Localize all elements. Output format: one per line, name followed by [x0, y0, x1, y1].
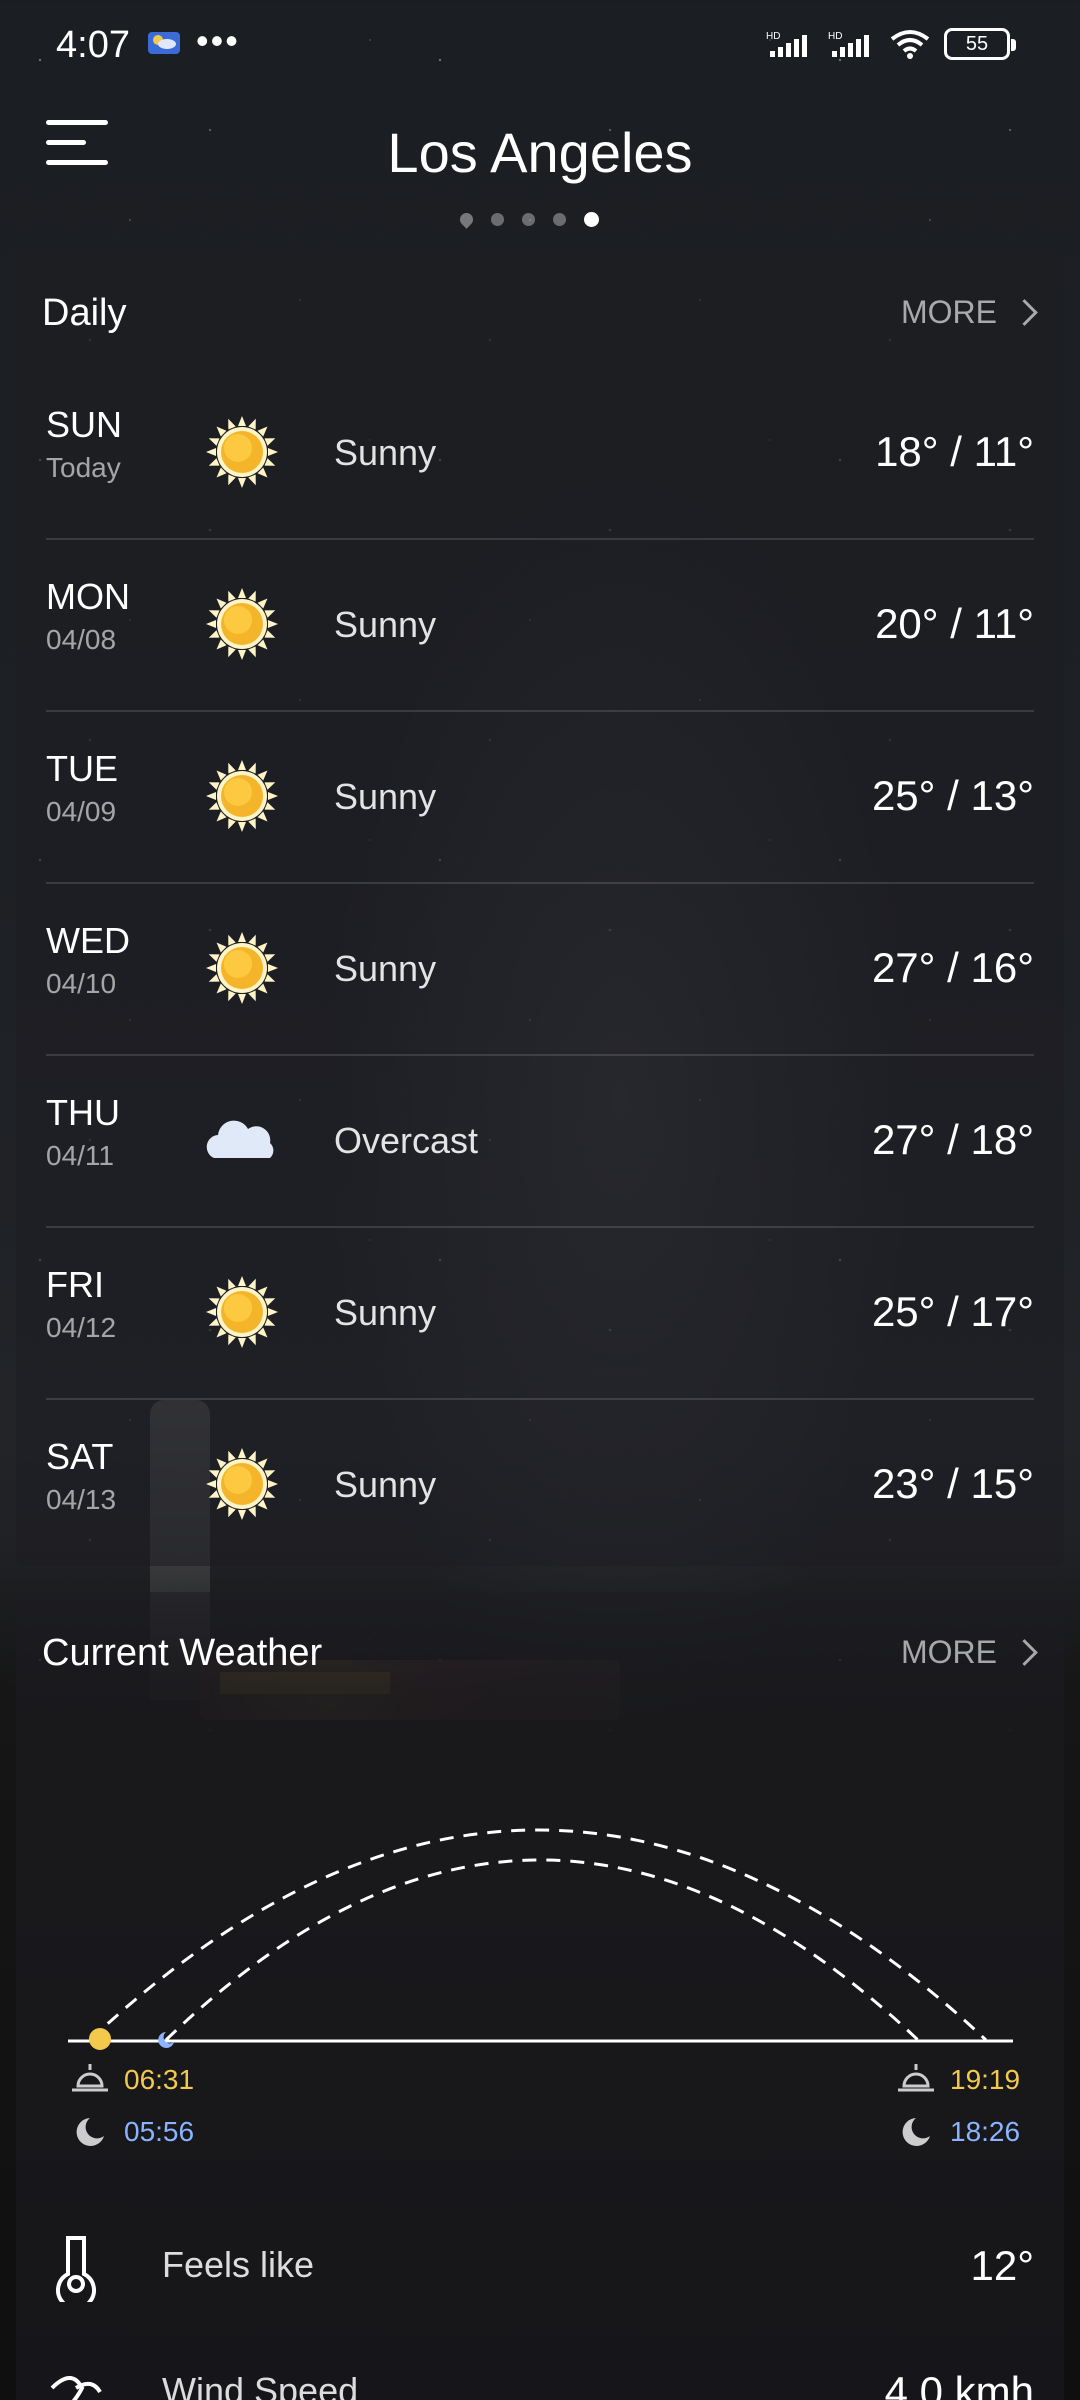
page-indicator[interactable]	[457, 210, 599, 229]
wind-speed-label: Wind Speed	[162, 2370, 359, 2400]
day-name: MON	[46, 576, 130, 617]
daily-more-button[interactable]: MORE	[901, 294, 1038, 331]
chevron-right-icon	[1011, 299, 1038, 326]
page-dot-active[interactable]	[584, 212, 599, 227]
sun-marker-icon	[89, 2028, 111, 2050]
chevron-right-icon	[1011, 1639, 1038, 1666]
sun-arc	[88, 1828, 988, 2042]
current-more-button[interactable]: MORE	[901, 1634, 1038, 1671]
wind-speed-row[interactable]: Wind Speed 4.0 kmh	[46, 2340, 1034, 2400]
day-name: SUN	[46, 404, 123, 445]
day-condition: Sunny	[334, 1292, 437, 1333]
moon-icon	[902, 2118, 930, 2146]
moon-icon	[76, 2118, 104, 2146]
daily-forecast-row[interactable]: MON 04/08 Sunny 20° / 11°	[46, 540, 1034, 712]
day-condition: Sunny	[334, 1464, 437, 1505]
location-dot-icon[interactable]	[457, 210, 476, 229]
status-bar: 4:07 ••• HD HD 55	[0, 0, 1080, 96]
daily-forecast-row[interactable]: SAT 04/13 Sunny 23° / 15°	[46, 1400, 1034, 1570]
sun-icon	[206, 932, 278, 1004]
sunrise-time: 06:31	[70, 2062, 194, 2098]
sun-icon	[206, 760, 278, 832]
daily-forecast-row[interactable]: THU 04/11 Overcast 27° / 18°	[46, 1056, 1034, 1228]
day-condition: Overcast	[334, 1120, 479, 1161]
svg-text:HD: HD	[766, 31, 780, 42]
page-dot[interactable]	[522, 213, 535, 226]
day-name: SAT	[46, 1436, 114, 1477]
cell-signal-2-icon: HD	[828, 31, 869, 57]
status-indicators: HD HD 55	[766, 28, 1016, 60]
day-date: 04/12	[46, 1312, 117, 1343]
day-condition: Sunny	[334, 432, 437, 473]
day-name: THU	[46, 1092, 120, 1133]
day-date: Today	[46, 452, 121, 483]
day-date: 04/13	[46, 1484, 117, 1515]
sunset-time: 19:19	[896, 2062, 1020, 2098]
feels-like-value: 12°	[970, 2242, 1034, 2289]
wind-icon	[50, 2376, 102, 2400]
sunset-value: 19:19	[950, 2064, 1021, 2095]
day-name: WED	[46, 920, 130, 961]
current-weather-title: Current Weather	[42, 1632, 323, 1674]
daily-title: Daily	[42, 292, 127, 334]
daily-forecast-row[interactable]: TUE 04/09 Sunny 25° / 13°	[46, 712, 1034, 884]
feels-like-row[interactable]: Feels like 12°	[46, 2214, 1034, 2314]
sun-icon	[206, 1448, 278, 1520]
sun-icon	[206, 1276, 278, 1348]
day-date: 04/11	[46, 1140, 114, 1171]
day-temperature-range: 25° / 17°	[871, 1288, 1034, 1335]
current-more-label: MORE	[901, 1634, 997, 1670]
svg-text:HD: HD	[828, 31, 842, 42]
sun-moon-arc-diagram	[68, 1828, 1013, 2050]
wifi-icon	[890, 30, 930, 59]
day-date: 04/09	[46, 796, 117, 827]
day-temperature-range: 18° / 11°	[875, 428, 1034, 475]
page-dot[interactable]	[553, 213, 566, 226]
moonset-value: 18:26	[950, 2116, 1021, 2147]
current-card-header: Current Weather MORE	[16, 1592, 1064, 1708]
daily-forecast-list: SUN Today Sunny 18° / 11° MON 04/08 Sunny 20° /…	[16, 368, 1064, 1570]
city-title: Los Angeles	[387, 121, 693, 184]
daily-forecast-row[interactable]: SUN Today Sunny 18° / 11°	[46, 368, 1034, 540]
daily-more-label: MORE	[901, 294, 997, 330]
day-temperature-range: 20° / 11°	[875, 600, 1034, 647]
day-condition: Sunny	[334, 948, 437, 989]
cell-signal-icon: HD	[766, 31, 807, 57]
battery-icon: 55	[944, 28, 1016, 60]
day-date: 04/08	[46, 624, 117, 655]
day-temperature-range: 25° / 13°	[871, 772, 1034, 819]
moonrise-value: 05:56	[124, 2116, 195, 2147]
sunrise-value: 06:31	[124, 2064, 195, 2095]
day-condition: Sunny	[334, 604, 437, 645]
day-temperature-range: 23° / 15°	[871, 1460, 1034, 1507]
more-notifications-icon: •••	[196, 20, 240, 61]
sun-icon	[206, 588, 278, 660]
moonrise-time: 05:56	[70, 2114, 194, 2150]
daily-forecast-row[interactable]: WED 04/10 Sunny 27° / 16°	[46, 884, 1034, 1056]
feels-like-label: Feels like	[162, 2244, 315, 2285]
day-condition: Sunny	[334, 776, 437, 817]
day-temperature-range: 27° / 18°	[871, 1116, 1034, 1163]
daily-card-header: Daily MORE	[16, 252, 1064, 368]
moon-arc	[164, 1858, 920, 2042]
wind-speed-value: 4.0 kmh	[884, 2368, 1034, 2400]
weather-notification-icon	[148, 32, 180, 54]
sunrise-icon	[72, 2064, 108, 2092]
day-name: TUE	[46, 748, 118, 789]
daily-forecast-card: Daily MORE SUN Today Sunny 18° / 11° MON 04/0…	[16, 252, 1064, 1566]
day-date: 04/10	[46, 968, 117, 999]
moonset-time: 18:26	[896, 2114, 1020, 2150]
cloud-icon	[206, 1120, 274, 1158]
sunset-icon	[898, 2064, 934, 2092]
page-dot[interactable]	[491, 213, 504, 226]
daily-forecast-row[interactable]: FRI 04/12 Sunny 25° / 17°	[46, 1228, 1034, 1400]
day-name: FRI	[46, 1264, 104, 1305]
day-temperature-range: 27° / 16°	[871, 944, 1034, 991]
status-time: 4:07	[56, 24, 130, 66]
sun-icon	[206, 416, 278, 488]
thermometer-icon	[56, 2236, 96, 2302]
